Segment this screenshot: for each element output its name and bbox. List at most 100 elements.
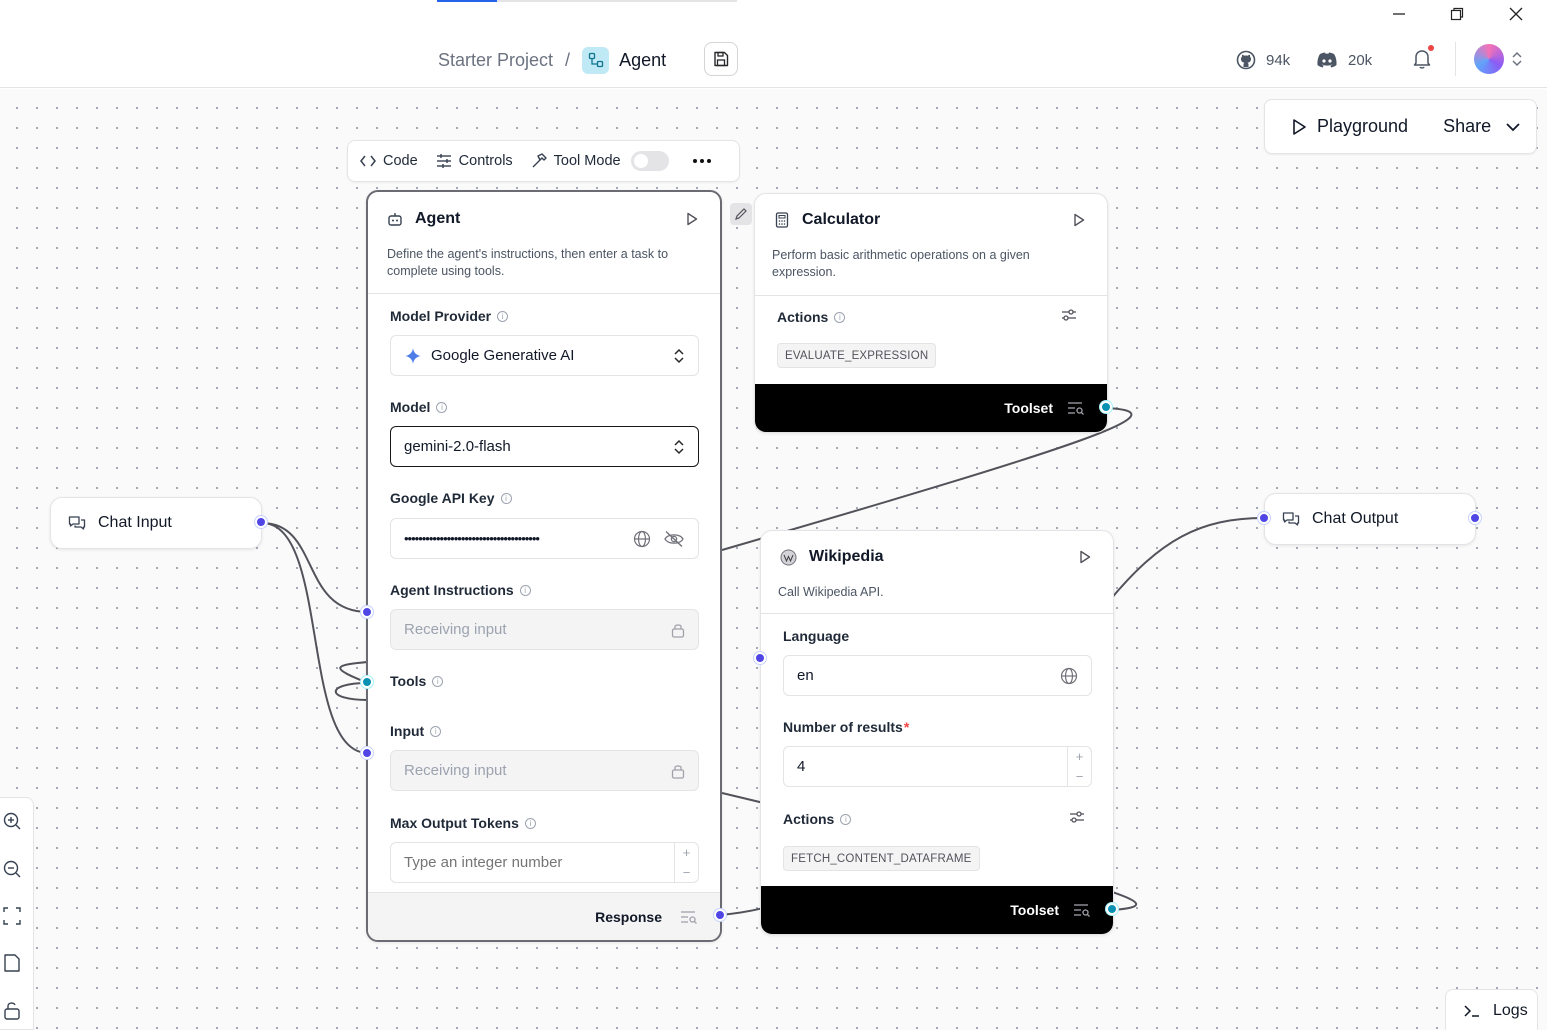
language-label: Language	[783, 628, 850, 644]
share-button[interactable]: Share	[1443, 116, 1521, 137]
agent-response-handle[interactable]	[714, 909, 726, 921]
number-stepper[interactable]: + −	[1067, 747, 1091, 786]
zoom-in-icon[interactable]	[2, 811, 22, 831]
agent-description: Define the agent's instructions, then en…	[387, 247, 669, 278]
code-label: Code	[383, 153, 418, 169]
inspect-output-icon[interactable]	[1067, 401, 1085, 415]
agent-tools-handle[interactable]	[361, 676, 373, 688]
bot-icon	[388, 213, 402, 226]
sticky-note-icon[interactable]	[2, 953, 22, 973]
chat-output-node[interactable]: Chat Output	[1264, 493, 1476, 545]
agent-instructions-field: Receiving input	[390, 609, 699, 650]
input-field: Receiving input	[390, 750, 699, 791]
model-provider-select[interactable]: Google Generative AI	[390, 335, 699, 376]
chevron-down-icon	[1506, 122, 1520, 131]
info-icon[interactable]: i	[500, 492, 512, 504]
wikipedia-node[interactable]: Wikipedia Call Wikipedia API. Language e…	[760, 530, 1114, 935]
api-key-field[interactable]: ••••••••••••••••••••••••••••••••••••••	[390, 518, 699, 559]
info-icon[interactable]: i	[436, 401, 448, 413]
inspect-output-icon[interactable]	[1073, 903, 1091, 917]
playground-share-bar: Playground Share	[1264, 99, 1537, 154]
info-icon[interactable]: i	[519, 584, 531, 596]
wikipedia-actions-label: Actions i	[783, 811, 852, 827]
language-value: en	[797, 667, 814, 684]
zoom-out-icon[interactable]	[2, 859, 22, 879]
calculator-action-badge: EVALUATE_EXPRESSION	[777, 343, 937, 368]
info-icon[interactable]: i	[834, 311, 846, 323]
logs-button[interactable]: Logs	[1445, 989, 1538, 1030]
actions-settings-icon[interactable]	[1069, 810, 1085, 824]
chevron-updown-icon	[673, 348, 685, 364]
wikipedia-icon	[780, 549, 797, 565]
model-label: Model i	[390, 399, 448, 415]
calculator-output-footer: Toolset	[755, 384, 1107, 432]
agent-header: Agent	[387, 210, 460, 228]
more-options-icon[interactable]	[692, 159, 711, 163]
tool-mode-toggle[interactable]	[630, 151, 669, 171]
run-calculator-icon[interactable]	[1073, 213, 1085, 227]
chat-input-output-handle[interactable]	[255, 516, 267, 528]
globe-icon[interactable]	[633, 530, 651, 548]
globe-icon[interactable]	[1060, 667, 1078, 685]
info-icon[interactable]: i	[432, 675, 444, 687]
run-agent-icon[interactable]	[686, 212, 698, 226]
chevron-updown-icon	[673, 439, 685, 455]
decrement-icon[interactable]: −	[683, 865, 691, 880]
code-button[interactable]: Code	[360, 153, 418, 169]
calculator-node[interactable]: Calculator Perform basic arithmetic oper…	[754, 193, 1108, 433]
chat-icon	[1282, 512, 1300, 526]
edge-chatinput-input	[261, 522, 369, 754]
agent-input-handle[interactable]	[361, 747, 373, 759]
canvas-controls	[0, 797, 34, 1030]
info-icon[interactable]: i	[430, 725, 442, 737]
agent-title: Agent	[415, 210, 461, 227]
language-field[interactable]: en	[783, 655, 1092, 696]
lock-icon	[671, 763, 685, 779]
input-value: Receiving input	[404, 762, 507, 779]
max-output-tokens-input[interactable]	[391, 854, 661, 871]
chat-output-input-handle[interactable]	[1258, 512, 1270, 524]
calculator-toolset-handle[interactable]	[1100, 401, 1112, 413]
share-label: Share	[1443, 116, 1492, 136]
decrement-icon[interactable]: −	[1076, 769, 1084, 784]
chat-input-node[interactable]: Chat Input	[50, 497, 262, 549]
number-of-results-value: 4	[797, 758, 806, 775]
chat-output-title: Chat Output	[1312, 510, 1399, 527]
tool-mode-button[interactable]: Tool Mode	[531, 153, 621, 169]
unlock-icon[interactable]	[2, 1000, 22, 1020]
number-stepper[interactable]: + −	[674, 843, 698, 882]
fit-view-icon[interactable]	[2, 906, 22, 926]
inspect-output-icon[interactable]	[680, 910, 698, 924]
edit-icon[interactable]	[730, 203, 752, 225]
info-icon[interactable]: i	[497, 310, 509, 322]
playground-button[interactable]: Playground	[1291, 116, 1408, 137]
chat-input-header: Chat Input	[68, 514, 172, 532]
agent-node[interactable]: Agent Define the agent's instructions, t…	[366, 190, 722, 942]
chat-output-output-handle[interactable]	[1469, 512, 1481, 524]
edge-chatinput-instructions	[261, 522, 369, 613]
hammer-icon	[532, 153, 547, 168]
increment-icon[interactable]: +	[683, 845, 691, 860]
calculator-actions-label: Actions i	[777, 309, 846, 325]
max-output-tokens-field[interactable]: +−	[390, 842, 699, 883]
run-wikipedia-icon[interactable]	[1079, 550, 1091, 564]
calculator-title: Calculator	[802, 211, 881, 228]
eye-off-icon[interactable]	[663, 530, 685, 548]
number-of-results-field[interactable]: 4 + −	[783, 746, 1092, 787]
model-select[interactable]: gemini-2.0-flash	[390, 426, 699, 467]
info-icon[interactable]: i	[524, 817, 536, 829]
controls-button[interactable]: Controls	[436, 153, 513, 169]
wikipedia-toolset-handle[interactable]	[1106, 903, 1118, 915]
wikipedia-toolset-label: Toolset	[1010, 902, 1059, 918]
agent-instructions-handle[interactable]	[361, 606, 373, 618]
wikipedia-input-handle[interactable]	[754, 652, 766, 664]
play-icon	[1293, 118, 1306, 135]
chat-output-header: Chat Output	[1282, 510, 1398, 528]
wikipedia-title: Wikipedia	[809, 548, 884, 565]
agent-instructions-label: Agent Instructions i	[390, 582, 531, 598]
actions-settings-icon[interactable]	[1061, 308, 1077, 322]
response-output-label: Response	[595, 908, 662, 925]
info-icon[interactable]: i	[840, 813, 852, 825]
lock-icon	[671, 622, 685, 638]
increment-icon[interactable]: +	[1076, 749, 1084, 764]
